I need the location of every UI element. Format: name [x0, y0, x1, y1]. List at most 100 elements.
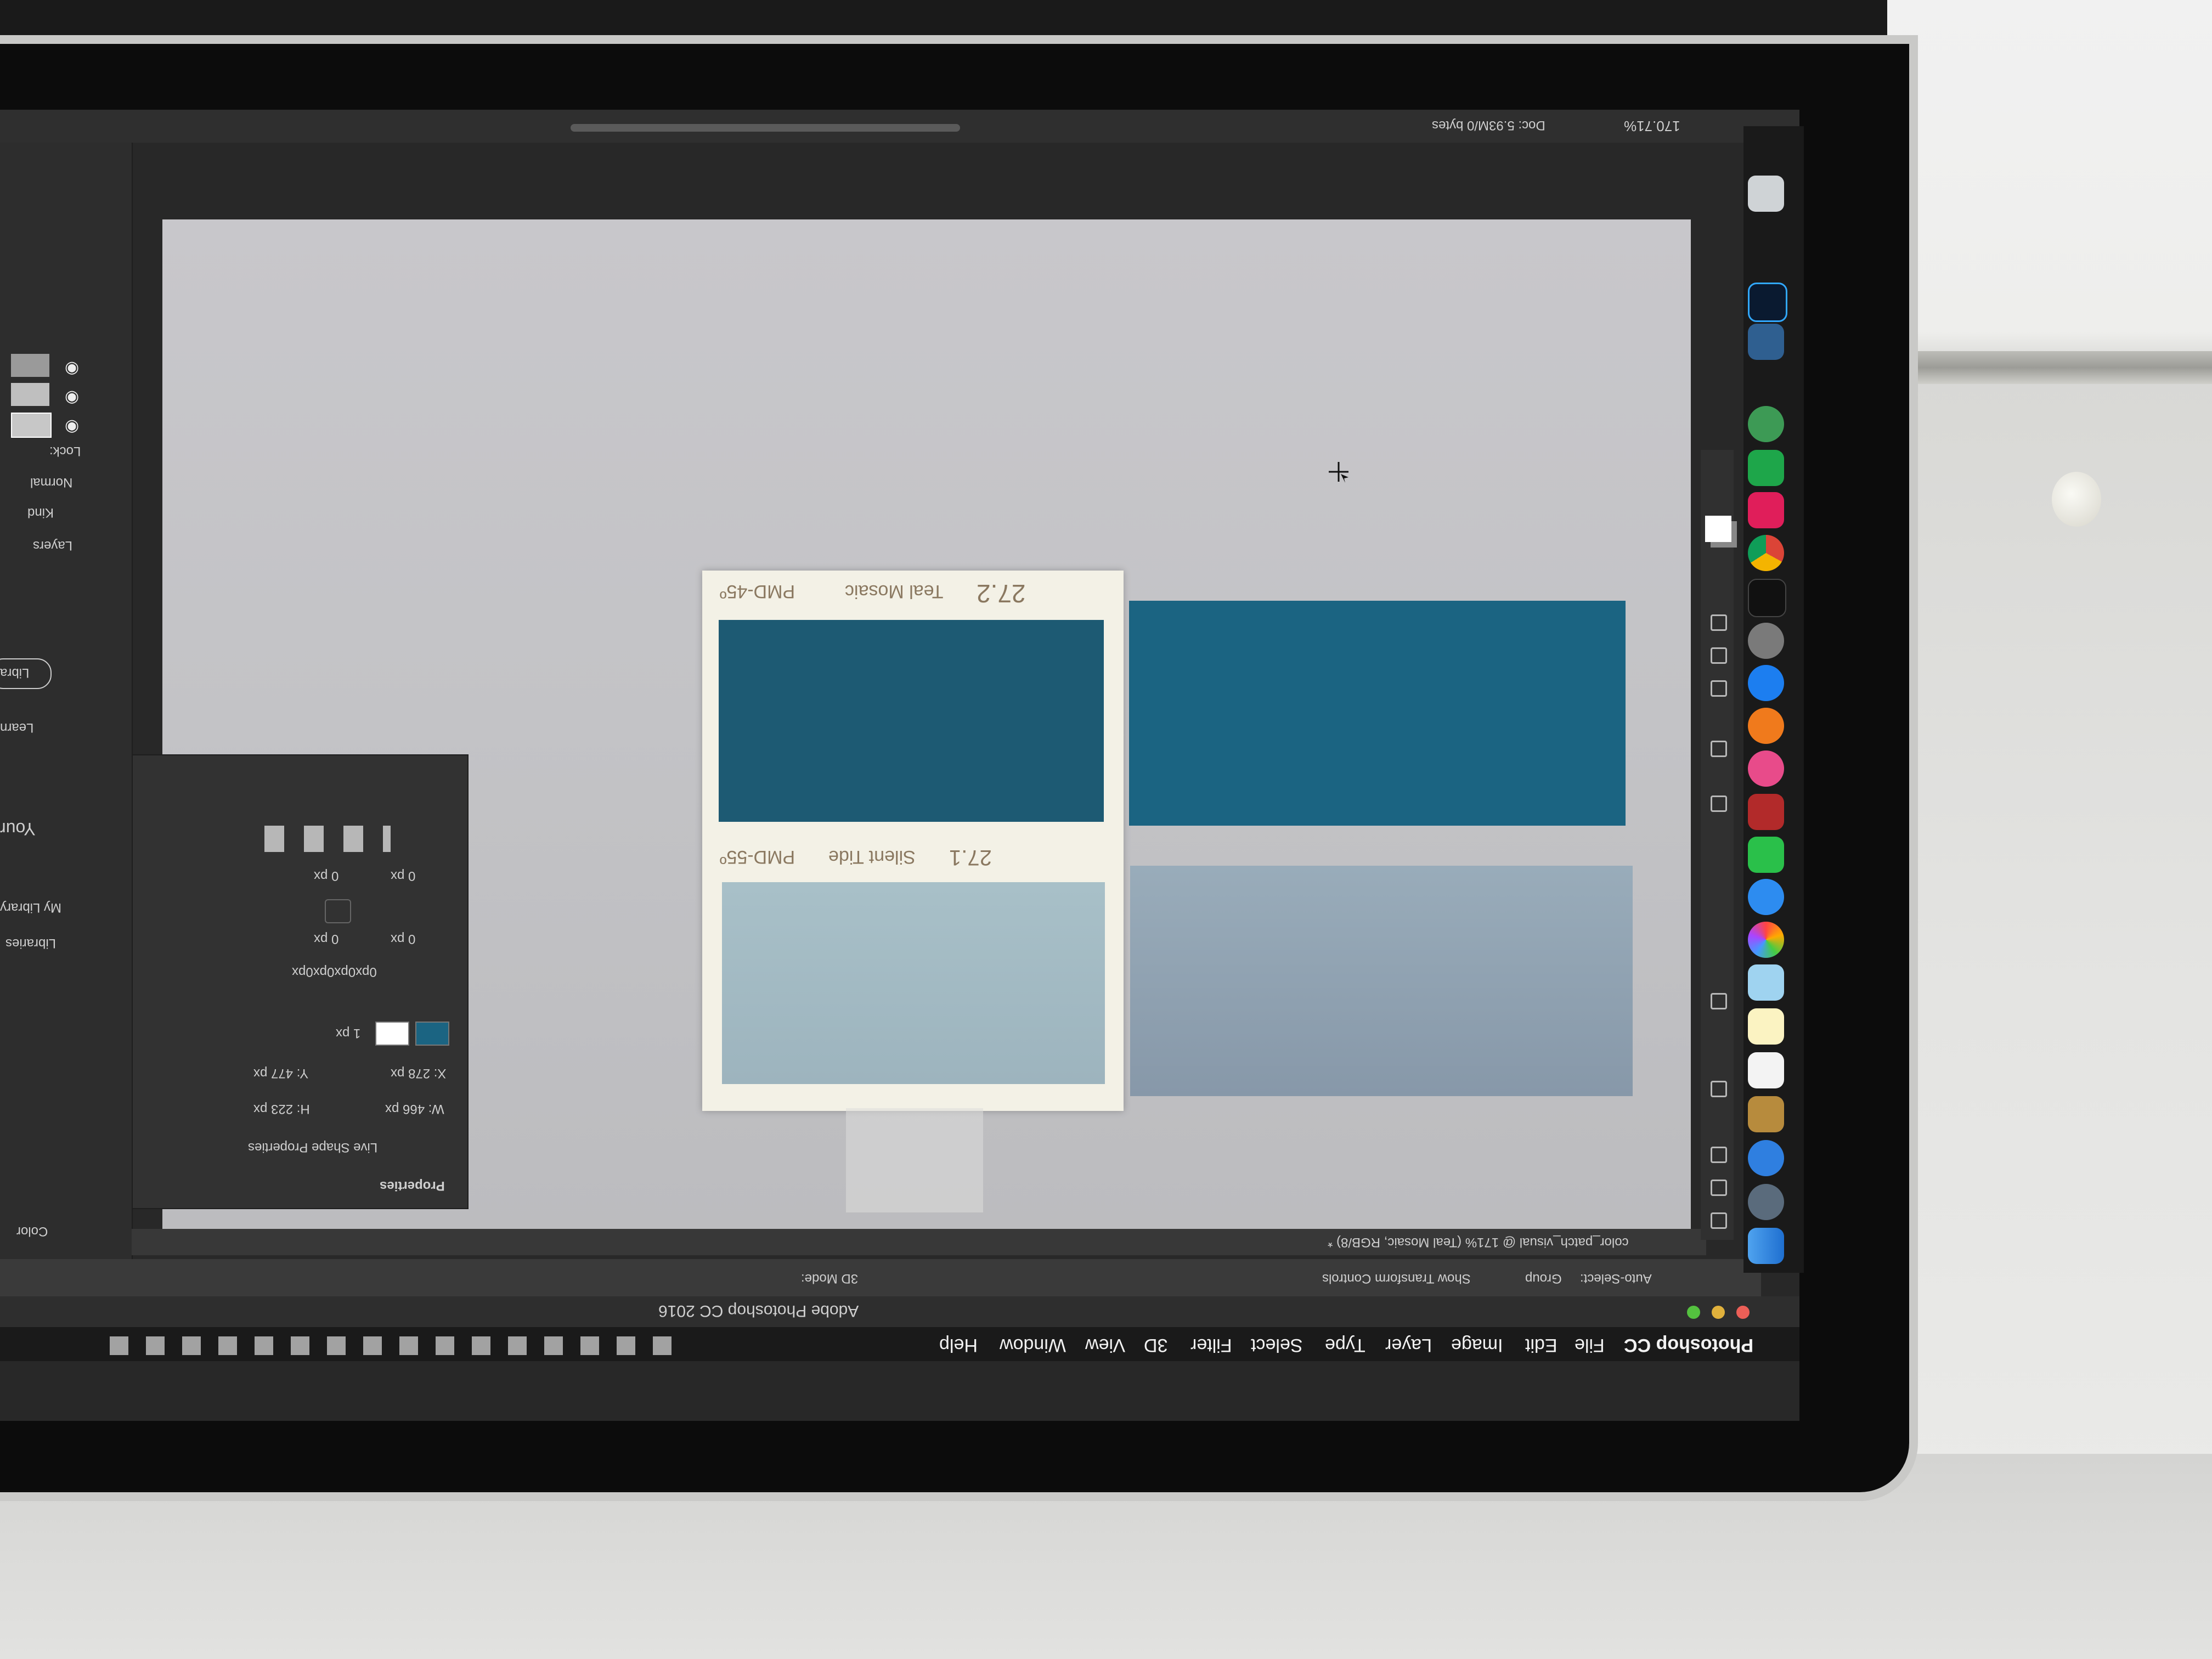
hand-tool-icon[interactable] — [1705, 642, 1729, 666]
sourcetree-icon[interactable] — [1748, 450, 1784, 486]
atom-icon[interactable] — [1748, 406, 1784, 442]
layer-thumb-2[interactable] — [11, 383, 49, 406]
stroke-width[interactable]: 1 px — [336, 1025, 360, 1041]
blend-mode[interactable]: Normal — [30, 475, 72, 490]
width-readout[interactable]: W: 466 px — [385, 1101, 444, 1116]
color-tab[interactable]: Color — [16, 1223, 48, 1239]
lasso-tool-icon[interactable] — [1705, 1141, 1729, 1165]
marquee-tool-icon[interactable] — [1705, 1174, 1729, 1198]
shape-tool-icon[interactable] — [1705, 675, 1729, 699]
terminal-icon[interactable] — [1748, 579, 1786, 617]
corner-value-2[interactable]: 0 px — [314, 931, 338, 946]
y-readout[interactable]: Y: 477 px — [253, 1065, 308, 1081]
path-ops-icons[interactable] — [264, 826, 391, 852]
crop-tool-icon[interactable] — [1705, 1075, 1729, 1099]
preview-icon[interactable] — [1748, 964, 1784, 1001]
show-transform-checkbox[interactable]: Show Transform Controls — [1322, 1271, 1471, 1286]
silent-tide-code: PMD-55º — [720, 847, 795, 867]
teal-mosaic-number: 27.2 — [977, 579, 1026, 608]
photos-icon[interactable] — [1748, 922, 1784, 958]
link-corners-icon[interactable] — [325, 899, 351, 923]
blender-icon[interactable] — [1748, 324, 1784, 360]
layer-thumb-3[interactable] — [11, 413, 52, 438]
trash-icon[interactable] — [1748, 176, 1784, 212]
visibility-eye-icon-2[interactable]: ◉ — [65, 387, 79, 406]
photo-booth-icon[interactable] — [1748, 794, 1784, 830]
pen-tool-icon[interactable] — [1705, 790, 1729, 814]
kind-filter[interactable]: Kind — [27, 505, 54, 520]
type-tool-icon[interactable] — [1705, 735, 1729, 759]
photoshop-icon[interactable] — [1748, 283, 1787, 322]
messages-icon[interactable] — [1748, 879, 1784, 915]
system-preferences-icon[interactable] — [1748, 623, 1784, 659]
itunes-icon[interactable] — [1748, 751, 1784, 787]
slack-icon[interactable] — [1748, 492, 1784, 528]
3d-mode-label: 3D Mode: — [801, 1271, 859, 1286]
hinge-strip — [1887, 351, 2212, 384]
menu-3d[interactable]: 3D — [1144, 1334, 1167, 1356]
corner-value-1[interactable]: 0 px — [391, 931, 415, 946]
zoom-readout[interactable]: 170.71% — [1624, 117, 1680, 134]
facetime-icon[interactable] — [1748, 837, 1784, 873]
chrome-icon[interactable] — [1748, 535, 1784, 571]
live-shape-label: Live Shape Properties — [248, 1140, 378, 1155]
your-label: Your — [0, 819, 36, 839]
finder-icon[interactable] — [1748, 1228, 1784, 1264]
menu-image[interactable]: Image — [1451, 1334, 1503, 1356]
brush-tool-icon[interactable] — [1705, 988, 1729, 1012]
height-readout[interactable]: H: 223 px — [253, 1101, 310, 1116]
menu-view[interactable]: View — [1085, 1334, 1125, 1356]
doc-size-readout[interactable]: Doc: 5.93M/0 bytes — [1432, 117, 1545, 133]
foreground-background-colors[interactable] — [1705, 516, 1731, 542]
zoom-tool-icon[interactable] — [1705, 609, 1729, 633]
move-tool-icon[interactable] — [1705, 1207, 1729, 1231]
group-select[interactable]: Group — [1525, 1271, 1562, 1286]
screen: 170.71% Doc: 5.93M/0 bytes 27.2 Teal Mos… — [0, 110, 1799, 1421]
window-title: Adobe Photoshop CC 2016 — [658, 1302, 859, 1320]
x-readout[interactable]: X: 278 px — [391, 1065, 446, 1081]
auto-select-checkbox[interactable]: Auto-Select: — [1580, 1271, 1652, 1286]
fill-color-swatch[interactable] — [415, 1022, 449, 1046]
teal-mosaic-card-chip — [719, 620, 1104, 822]
silent-tide-card-chip — [722, 882, 1105, 1084]
learn-label: Learn — [0, 720, 34, 735]
silent-tide-screen-block[interactable] — [1130, 866, 1633, 1096]
menu-extras-icons[interactable] — [110, 1336, 686, 1355]
menu-select[interactable]: Select — [1251, 1334, 1303, 1356]
menu-edit[interactable]: Edit — [1525, 1334, 1558, 1356]
safari-icon[interactable] — [1748, 1140, 1784, 1176]
books-icon[interactable] — [1748, 708, 1784, 744]
teal-mosaic-screen-block[interactable] — [1129, 601, 1626, 826]
corner-value-4[interactable]: 0 px — [314, 868, 338, 883]
scroll-indicator[interactable] — [571, 124, 960, 132]
stroke-color-swatch[interactable] — [375, 1022, 409, 1046]
notes-icon[interactable] — [1748, 1008, 1784, 1045]
menu-type[interactable]: Type — [1325, 1334, 1365, 1356]
contacts-icon[interactable] — [1748, 1096, 1784, 1132]
app-store-icon[interactable] — [1748, 665, 1784, 701]
menu-app[interactable]: Photoshop CC — [1624, 1334, 1753, 1356]
layers-tab[interactable]: Layers — [33, 538, 72, 553]
libraries-tab[interactable]: Libraries — [5, 935, 56, 951]
corner-value-3[interactable]: 0 px — [391, 868, 415, 883]
layer-thumb-1[interactable] — [11, 354, 49, 377]
launchpad-icon[interactable] — [1748, 1184, 1784, 1220]
zoom-window-button[interactable] — [1687, 1306, 1700, 1319]
properties-panel: Properties Live Shape Properties W: 466 … — [126, 754, 469, 1209]
document-tab[interactable]: color_patch_visual @ 171% (Teal Mosaic, … — [1328, 1234, 1629, 1250]
left-panel-dock — [0, 143, 133, 1267]
calendar-icon[interactable] — [1748, 1052, 1784, 1088]
close-window-button[interactable] — [1736, 1306, 1750, 1319]
menu-file[interactable]: File — [1575, 1334, 1605, 1356]
minimize-window-button[interactable] — [1712, 1306, 1725, 1319]
right-backdrop — [1887, 0, 2212, 1659]
menu-window[interactable]: Window — [1000, 1334, 1066, 1356]
menu-filter[interactable]: Filter — [1190, 1334, 1232, 1356]
menu-layer[interactable]: Layer — [1385, 1334, 1432, 1356]
silent-tide-name: Silent Tide — [828, 847, 916, 867]
visibility-eye-icon[interactable]: ◉ — [65, 358, 79, 377]
lock-label: Lock: — [49, 444, 81, 459]
visibility-eye-icon-3[interactable]: ◉ — [65, 416, 79, 435]
menu-help[interactable]: Help — [939, 1334, 978, 1356]
peg — [2052, 472, 2101, 527]
